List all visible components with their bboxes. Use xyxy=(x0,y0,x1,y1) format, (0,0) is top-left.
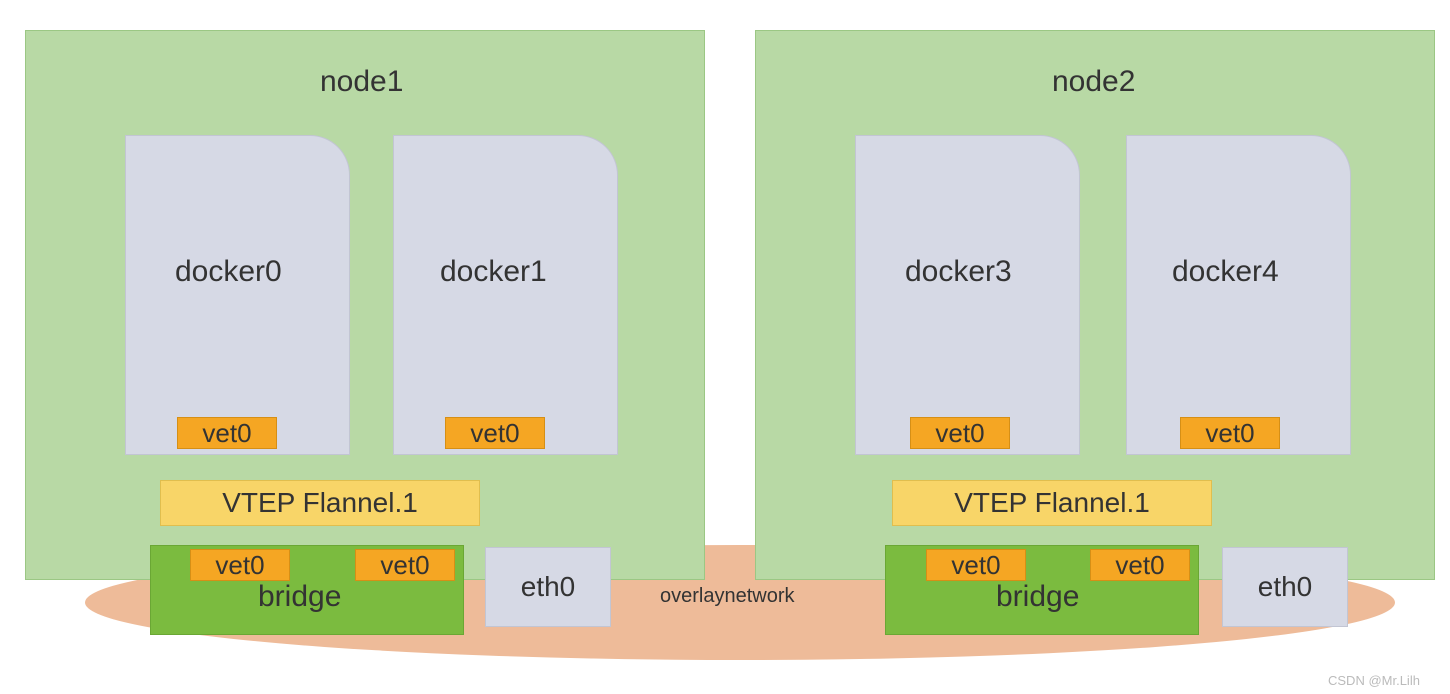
node1-docker1-box xyxy=(393,135,618,455)
node2-docker4-label: docker4 xyxy=(1172,255,1279,289)
node1-vtep: VTEP Flannel.1 xyxy=(160,480,480,526)
node2-docker4-vet: vet0 xyxy=(1180,417,1280,449)
node1-docker1-vet: vet0 xyxy=(445,417,545,449)
node2-docker3-vet: vet0 xyxy=(910,417,1010,449)
node2-docker4-box xyxy=(1126,135,1351,455)
diagram-canvas: node1 docker0 vet0 docker1 vet0 VTEP Fla… xyxy=(0,0,1450,694)
overlay-network-label: overlaynetwork xyxy=(660,585,795,608)
node1-docker0-label: docker0 xyxy=(175,255,282,289)
node1-bridge-label: bridge xyxy=(258,580,341,614)
node2-bridge-vet1: vet0 xyxy=(1090,549,1190,581)
node2-title: node2 xyxy=(1052,65,1135,99)
node1-eth0: eth0 xyxy=(485,547,611,627)
node2-bridge-label: bridge xyxy=(996,580,1079,614)
node2-eth0: eth0 xyxy=(1222,547,1348,627)
node1-docker1-label: docker1 xyxy=(440,255,547,289)
node1-bridge-vet0: vet0 xyxy=(190,549,290,581)
node2-docker3-box xyxy=(855,135,1080,455)
node2-vtep: VTEP Flannel.1 xyxy=(892,480,1212,526)
node1-title: node1 xyxy=(320,65,403,99)
node1-docker0-box xyxy=(125,135,350,455)
node2-docker3-label: docker3 xyxy=(905,255,1012,289)
node1-bridge-vet1: vet0 xyxy=(355,549,455,581)
node1-docker0-vet: vet0 xyxy=(177,417,277,449)
watermark-text: CSDN @Mr.Lilh xyxy=(1328,673,1420,688)
node2-bridge-vet0: vet0 xyxy=(926,549,1026,581)
